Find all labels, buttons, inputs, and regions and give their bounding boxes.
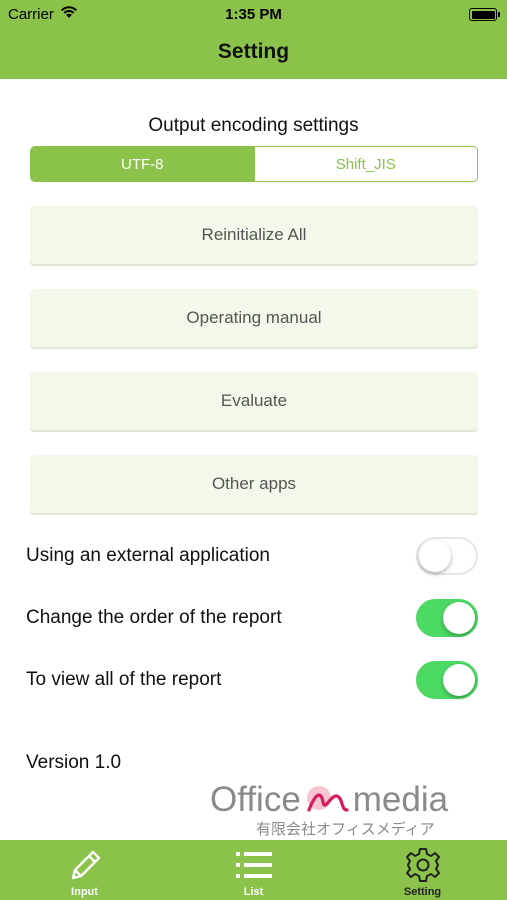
segment-utf8[interactable]: UTF-8 <box>31 147 254 181</box>
tab-input-label: Input <box>71 886 98 898</box>
view-all-report-setting-row: To view all of the report <box>26 660 478 700</box>
page-title: Setting <box>217 40 290 63</box>
tab-setting[interactable]: Setting <box>338 840 507 900</box>
logo-text-media: media <box>352 779 449 819</box>
tab-setting-label: Setting <box>403 886 442 898</box>
external-app-label: Using an external application <box>26 545 270 566</box>
tab-bar: Input List Setting <box>0 840 507 900</box>
tab-list-label: List <box>243 886 264 898</box>
toggle-knob <box>443 602 475 634</box>
tab-list[interactable]: List <box>169 840 338 900</box>
pencil-icon <box>71 850 100 880</box>
external-app-toggle[interactable] <box>416 537 478 575</box>
logo-mark-icon <box>306 785 349 812</box>
other-apps-button[interactable]: Other apps <box>30 455 478 513</box>
toggle-knob <box>443 664 475 696</box>
report-order-toggle[interactable] <box>416 599 478 637</box>
view-all-report-label: To view all of the report <box>26 669 222 690</box>
status-time: 1:35 PM <box>225 6 282 23</box>
battery-icon <box>469 8 500 21</box>
status-bar: Carrier 1:35 PM <box>0 0 507 30</box>
operating-manual-button[interactable]: Operating manual <box>30 289 478 347</box>
external-app-setting-row: Using an external application <box>26 536 478 576</box>
list-icon <box>235 852 272 878</box>
tab-input[interactable]: Input <box>0 840 169 900</box>
encoding-settings-title: Output encoding settings <box>148 115 359 136</box>
reinitialize-all-button[interactable]: Reinitialize All <box>30 206 478 264</box>
encoding-segmented-control: UTF-8 Shift_JIS <box>30 146 478 182</box>
evaluate-button[interactable]: Evaluate <box>30 372 478 430</box>
view-all-report-toggle[interactable] <box>416 661 478 699</box>
report-order-setting-row: Change the order of the report <box>26 598 478 638</box>
report-order-label: Change the order of the report <box>26 607 282 628</box>
segment-shift-jis[interactable]: Shift_JIS <box>253 147 477 181</box>
company-logo: Office media 有限会社オフィスメディア <box>210 778 480 840</box>
gear-icon <box>405 848 440 882</box>
logo-text-office: Office <box>210 779 301 819</box>
version-label: Version 1.0 <box>26 752 122 773</box>
logo-company-name: 有限会社オフィスメディア <box>256 821 435 838</box>
toggle-knob <box>419 540 451 572</box>
navigation-bar: Carrier 1:35 PM Setting <box>0 0 507 79</box>
